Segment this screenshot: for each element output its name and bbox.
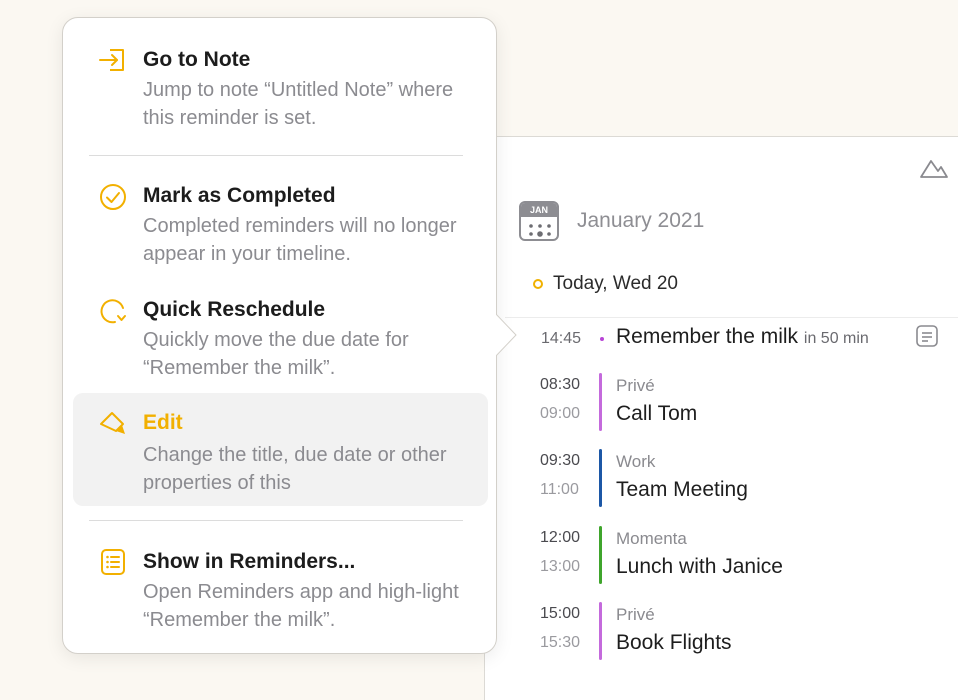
reminder-relative-time: in 50 min: [803, 330, 869, 347]
month-header: JAN January 2021: [519, 201, 704, 241]
menu-divider: [89, 520, 463, 521]
event-end: 11:00: [540, 481, 579, 498]
event-end: 15:30: [540, 634, 581, 651]
go-to-note-icon: [99, 49, 124, 71]
event-row[interactable]: 15:00 15:30 Privé Book Flights: [485, 602, 958, 662]
menu-item-title: Mark as Completed: [143, 184, 336, 207]
menu-divider: [89, 155, 463, 156]
event-row[interactable]: 12:00 13:00 Momenta Lunch with Janice: [485, 526, 958, 586]
event-title: Book Flights: [616, 631, 732, 654]
event-color-bar: [599, 373, 602, 431]
event-title: Call Tom: [616, 402, 698, 425]
event-start: 12:00: [540, 529, 581, 546]
calendar-badge-month: JAN: [521, 203, 557, 217]
today-label: Today, Wed 20: [553, 273, 678, 294]
month-label: January 2021: [577, 209, 705, 232]
separator: [505, 317, 958, 318]
reminder-title-text: Remember the milk: [616, 325, 799, 348]
today-dot-icon: [533, 279, 543, 289]
reminders-list-icon: [101, 549, 125, 575]
reminder-context-popover: Go to Note Jump to note “Untitled Note” …: [62, 17, 497, 654]
event-start: 08:30: [540, 376, 581, 393]
reminder-time: 14:45: [541, 330, 582, 347]
checkmark-circle-icon: [100, 184, 126, 210]
event-calendar: Work: [616, 452, 656, 471]
menu-item-title: Show in Reminders...: [143, 550, 356, 573]
event-title: Team Meeting: [616, 478, 748, 501]
menu-item-edit[interactable]: Edit Change the title, due date or other…: [73, 393, 488, 506]
event-color-bar: [599, 449, 602, 507]
event-start: 09:30: [540, 452, 581, 469]
reminder-title: Remember the milk in 50 min: [616, 325, 869, 349]
event-calendar: Privé: [616, 605, 655, 624]
reminder-dot-icon: [600, 337, 604, 341]
event-row[interactable]: 09:30 11:00 Work Team Meeting: [485, 449, 958, 509]
today-header: Today, Wed 20: [533, 273, 678, 295]
menu-item-go-to-note[interactable]: Go to Note Jump to note “Untitled Note” …: [73, 40, 488, 140]
menu-item-description: Completed reminders will no longer appea…: [143, 215, 457, 265]
reschedule-icon: [100, 299, 126, 324]
event-color-bar: [599, 526, 602, 584]
menu-item-title: Edit: [143, 411, 183, 434]
menu-item-show-in-reminders[interactable]: Show in Reminders... Open Reminders app …: [73, 540, 488, 640]
event-calendar: Privé: [616, 376, 655, 395]
menu-item-description: Change the title, due date or other prop…: [143, 444, 447, 494]
menu-item-quick-reschedule[interactable]: Quick Reschedule Quickly move the due da…: [73, 290, 488, 390]
note-icon[interactable]: [915, 324, 939, 348]
event-start: 15:00: [540, 605, 581, 622]
timeline-panel: JAN January 2021 Today, Wed 20 14:45 Rem…: [484, 136, 958, 700]
menu-item-title: Quick Reschedule: [143, 298, 326, 321]
menu-item-description: Open Reminders app and high-light “Remem…: [143, 581, 459, 631]
event-calendar: Momenta: [616, 529, 687, 548]
calendar-icon: JAN: [519, 201, 559, 241]
edit-pen-icon: [100, 412, 125, 434]
menu-item-description: Jump to note “Untitled Note” where this …: [143, 79, 454, 129]
menu-item-mark-completed[interactable]: Mark as Completed Completed reminders wi…: [73, 176, 488, 276]
event-end: 09:00: [540, 405, 581, 422]
event-color-bar: [599, 602, 602, 660]
event-end: 13:00: [540, 558, 581, 575]
mountain-icon[interactable]: [919, 157, 949, 179]
menu-item-description: Quickly move the due date for “Remember …: [143, 329, 409, 379]
event-row[interactable]: 08:30 09:00 Privé Call Tom: [485, 373, 958, 433]
popover-arrow: [494, 313, 517, 357]
event-title: Lunch with Janice: [616, 555, 783, 578]
menu-item-title: Go to Note: [143, 48, 251, 71]
reminder-row[interactable]: 14:45 Remember the milk in 50 min: [485, 319, 958, 357]
